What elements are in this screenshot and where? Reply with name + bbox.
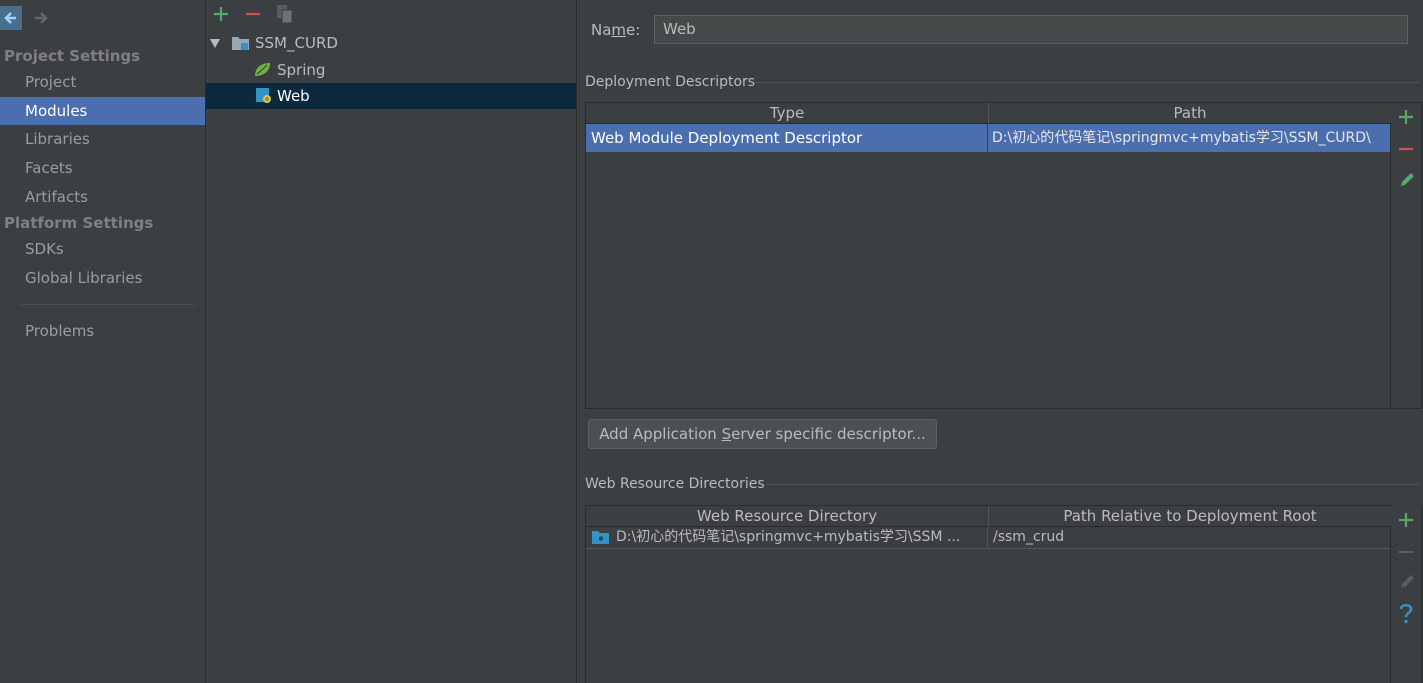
- spring-leaf-icon: [255, 63, 270, 76]
- forward-arrow-icon[interactable]: [30, 6, 52, 30]
- resource-directory-cell: D:\初心的代码笔记\springmvc+mybatis学习\SSM ...: [616, 529, 961, 545]
- section-separator: [754, 82, 1419, 83]
- nav-item-project[interactable]: Project: [0, 68, 205, 96]
- tree-item-label: Web: [277, 87, 310, 105]
- remove-resource-icon[interactable]: [1397, 543, 1415, 561]
- cell-divider: [987, 527, 988, 548]
- nav-item-libraries[interactable]: Libraries: [0, 125, 205, 153]
- add-descriptor-icon[interactable]: [1397, 108, 1415, 126]
- module-settings-pane: Name: Web Deployment Descriptors Type Pa…: [578, 0, 1423, 683]
- relative-path-cell: /ssm_crud: [993, 529, 1065, 545]
- nav-divider: [20, 304, 195, 305]
- nav-item-problems[interactable]: Problems: [0, 317, 205, 345]
- cell-divider: [987, 124, 988, 152]
- tree-item-label: Spring: [277, 61, 326, 79]
- nav-item-modules[interactable]: Modules: [0, 97, 205, 125]
- tree-item-label: SSM_CURD: [255, 34, 338, 52]
- web-resource-directories-title: Web Resource Directories: [585, 476, 765, 492]
- add-icon[interactable]: [212, 5, 230, 23]
- tree-item-spring[interactable]: Spring: [206, 57, 576, 83]
- deployment-descriptors-title: Deployment Descriptors: [585, 74, 756, 90]
- copy-icon[interactable]: [276, 4, 294, 24]
- web-resource-table[interactable]: Web Resource Directory Path Relative to …: [585, 505, 1391, 683]
- nav-item-artifacts[interactable]: Artifacts: [0, 183, 205, 211]
- edit-pencil-icon[interactable]: [1398, 573, 1416, 591]
- remove-descriptor-icon[interactable]: [1397, 140, 1415, 158]
- remove-icon[interactable]: [244, 5, 262, 23]
- column-header-type[interactable]: Type: [586, 103, 989, 124]
- section-platform-settings: Platform Settings: [4, 214, 154, 232]
- edit-pencil-icon[interactable]: [1398, 171, 1416, 189]
- expand-triangle-icon[interactable]: [210, 38, 221, 49]
- table-side-toolbar: [1391, 505, 1422, 683]
- help-icon[interactable]: [1398, 603, 1414, 625]
- descriptor-path-cell: D:\初心的代码笔记\springmvc+mybatis学习\SSM_CURD\: [992, 130, 1371, 146]
- descriptor-type-cell: Web Module Deployment Descriptor: [591, 129, 863, 147]
- column-header-path[interactable]: Path: [989, 103, 1391, 124]
- name-label: Name:: [591, 21, 641, 39]
- web-facet-icon: [256, 88, 271, 103]
- module-folder-icon: [232, 37, 249, 50]
- column-header-web-resource-directory[interactable]: Web Resource Directory: [586, 506, 989, 527]
- column-header-relative-path[interactable]: Path Relative to Deployment Root: [989, 506, 1391, 527]
- nav-item-sdks[interactable]: SDKs: [0, 235, 205, 263]
- nav-item-global-libraries[interactable]: Global Libraries: [0, 264, 205, 292]
- add-resource-icon[interactable]: [1397, 511, 1415, 529]
- table-row[interactable]: D:\初心的代码笔记\springmvc+mybatis学习\SSM ... /…: [586, 527, 1390, 549]
- settings-nav: Project Settings Project Modules Librari…: [0, 0, 206, 683]
- nav-item-facets[interactable]: Facets: [0, 154, 205, 182]
- section-project-settings: Project Settings: [4, 47, 141, 65]
- module-tree-pane: SSM_CURD Spring Web: [206, 0, 577, 683]
- section-separator: [766, 484, 1419, 485]
- back-arrow-icon[interactable]: [0, 6, 22, 30]
- tree-item-web[interactable]: Web: [206, 83, 576, 109]
- deployment-descriptors-table[interactable]: Type Path Web Module Deployment Descript…: [585, 102, 1391, 409]
- tree-item-ssm-curd[interactable]: SSM_CURD: [206, 30, 576, 56]
- name-input[interactable]: Web: [654, 15, 1408, 44]
- add-server-descriptor-button[interactable]: Add Application Server specific descript…: [588, 419, 937, 449]
- table-row[interactable]: Web Module Deployment Descriptor D:\初心的代…: [586, 124, 1390, 152]
- web-folder-icon: [592, 531, 609, 544]
